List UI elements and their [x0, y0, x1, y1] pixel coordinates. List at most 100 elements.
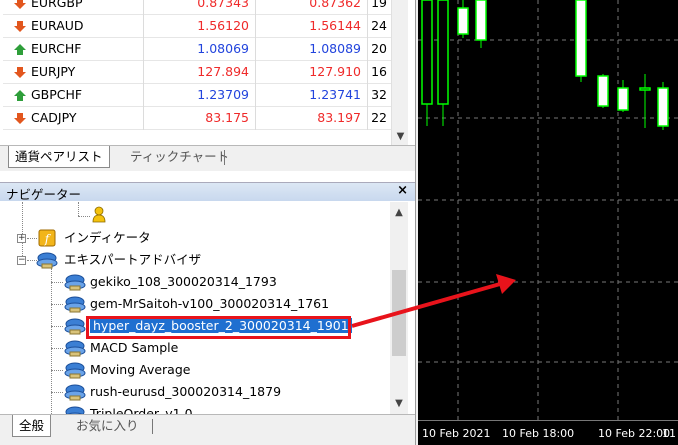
- market-watch-row[interactable]: EURAUD 1.56120 1.56144 24: [3, 15, 391, 38]
- expert-advisor-icon: [64, 274, 86, 291]
- spread-cell: 22: [367, 107, 391, 130]
- candle-body: [617, 87, 629, 111]
- candle-body: [421, 0, 433, 105]
- symbol-label: EURJPY: [31, 64, 76, 79]
- scroll-down-icon[interactable]: ▼: [392, 128, 409, 145]
- candle-body: [597, 75, 609, 107]
- expert-advisor-icon: [64, 384, 86, 401]
- market-watch-row[interactable]: GBPCHF 1.23709 1.23741 32: [3, 84, 391, 107]
- arrow-down-icon: [14, 21, 26, 32]
- ask-cell: 1.23741: [255, 84, 367, 107]
- expert-advisor-item[interactable]: MACD Sample: [90, 337, 178, 359]
- annotation-arrow: [351, 274, 516, 328]
- candle-body: [575, 0, 587, 77]
- expert-advisor-label: Moving Average: [90, 362, 191, 377]
- time-axis-tick: 10 Feb 18:00: [502, 427, 575, 440]
- arrow-down-icon: [14, 0, 26, 9]
- tab-favorites[interactable]: お気に入り: [70, 415, 145, 437]
- market-watch-tabbar: 通貨ペアリスト ティックチャート: [0, 145, 415, 171]
- tree-expert-advisors[interactable]: エキスパートアドバイザ: [64, 249, 201, 271]
- scroll-down-icon[interactable]: ▼: [390, 395, 408, 412]
- expert-advisor-label: MACD Sample: [90, 340, 179, 355]
- symbol-label: GBPCHF: [31, 87, 83, 102]
- market-watch-row[interactable]: EURGBP 0.87343 0.87362 19: [3, 0, 391, 15]
- ask-cell: 127.910: [255, 61, 367, 84]
- ask-cell: 1.08089: [255, 38, 367, 61]
- collapse-icon[interactable]: −: [17, 256, 26, 265]
- expert-advisor-label: gekiko_108_300020314_1793: [90, 274, 277, 289]
- tree-line: [78, 202, 79, 216]
- candlestick-plot: [418, 0, 678, 420]
- navigator-tabbar: 全般 お気に入り: [0, 414, 415, 445]
- tree-indicators[interactable]: インディケータ: [64, 227, 151, 249]
- time-axis-tick: 10 Feb 2021: [422, 427, 491, 440]
- expert-advisor-label: rush-eurusd_300020314_1879: [90, 384, 282, 399]
- navigator-header: ナビゲーター ×: [0, 182, 415, 202]
- spread-cell: 19: [367, 0, 391, 15]
- spread-cell: 20: [367, 38, 391, 61]
- arrow-up-icon: [14, 44, 26, 55]
- expert-advisor-icon: [65, 406, 85, 414]
- tab-divider: [152, 419, 153, 434]
- tree-line: [51, 326, 63, 327]
- symbol-label: EURAUD: [31, 18, 84, 33]
- arrow-down-icon: [14, 113, 26, 124]
- candle-body: [475, 0, 487, 41]
- expert-advisor-icon: [64, 318, 86, 335]
- bid-cell: 127.894: [143, 61, 255, 84]
- selected-expert-highlight: [86, 316, 351, 339]
- symbol-cell: EURGBP: [13, 0, 113, 15]
- tab-symbols[interactable]: 通貨ペアリスト: [8, 146, 110, 168]
- spread-cell: 24: [367, 15, 391, 38]
- arrow-down-icon: [14, 67, 26, 78]
- symbol-cell: EURCHF: [13, 38, 113, 61]
- market-watch-row[interactable]: EURCHF 1.08069 1.08089 20: [3, 38, 391, 61]
- expert-advisor-icon: [64, 296, 86, 313]
- expert-advisor-label: gem-MrSaitoh-v100_300020314_1761: [90, 296, 330, 311]
- indicator-folder-icon: f: [38, 229, 56, 247]
- expert-advisor-label: TripleOrder_v1.0: [90, 406, 193, 414]
- spread-cell: 32: [367, 84, 391, 107]
- expert-advisor-item[interactable]: gem-MrSaitoh-v100_300020314_1761: [90, 293, 329, 315]
- symbol-cell: EURAUD: [13, 15, 113, 38]
- ask-cell: 83.197: [255, 107, 367, 130]
- price-chart[interactable]: 10 Feb 2021 10 Feb 18:00 10 Feb 22:00 11: [418, 0, 678, 445]
- candle-body: [657, 87, 669, 127]
- symbol-cell: EURJPY: [13, 61, 113, 84]
- candle-body: [437, 0, 449, 105]
- left-panel: EURGBP 0.87343 0.87362 19 EURAUD 1.56120 1.561…: [0, 0, 416, 445]
- tree-line: [51, 392, 63, 393]
- expert-advisor-item[interactable]: gekiko_108_300020314_1793: [90, 271, 277, 293]
- ask-cell: 1.56144: [255, 15, 367, 38]
- bid-cell: 0.87343: [143, 0, 255, 15]
- expert-advisor-item[interactable]: Moving Average: [90, 359, 190, 381]
- arrow-up-icon: [14, 90, 26, 101]
- close-icon[interactable]: ×: [397, 183, 408, 198]
- time-axis: 10 Feb 2021 10 Feb 18:00 10 Feb 22:00 11: [418, 420, 678, 445]
- tree-line: [51, 282, 63, 283]
- expert-advisor-item[interactable]: rush-eurusd_300020314_1879: [90, 381, 281, 403]
- symbol-label: EURCHF: [31, 41, 82, 56]
- tab-divider: [224, 150, 225, 165]
- bid-cell: 1.23709: [143, 84, 255, 107]
- navigator-tree: + f インディケータ − エキスパートアドバイザ gekiko_108_300…: [0, 202, 390, 414]
- expert-folder-icon: [36, 252, 58, 269]
- tree-line: [51, 370, 63, 371]
- tab-tick-chart[interactable]: ティックチャート: [124, 146, 235, 168]
- expand-icon[interactable]: +: [17, 234, 26, 243]
- expert-advisor-item[interactable]: TripleOrder_v1.0: [90, 403, 193, 414]
- scroll-up-icon[interactable]: ▲: [390, 204, 408, 221]
- market-watch-row[interactable]: EURJPY 127.894 127.910 16: [3, 61, 391, 84]
- navigator-title: ナビゲーター: [6, 187, 82, 202]
- user-icon: [92, 206, 106, 223]
- tree-line: [51, 304, 63, 305]
- tree-line: [51, 348, 63, 349]
- bid-cell: 83.175: [143, 107, 255, 130]
- market-watch-row[interactable]: CADJPY 83.175 83.197 22: [3, 107, 391, 130]
- candle-body: [457, 7, 469, 35]
- market-watch-table: EURGBP 0.87343 0.87362 19 EURAUD 1.56120 1.561…: [3, 0, 391, 145]
- symbol-label: CADJPY: [31, 110, 77, 125]
- market-watch-scrollbar[interactable]: ▼: [391, 0, 408, 145]
- tab-general[interactable]: 全般: [12, 415, 52, 437]
- expert-advisor-icon: [64, 340, 86, 357]
